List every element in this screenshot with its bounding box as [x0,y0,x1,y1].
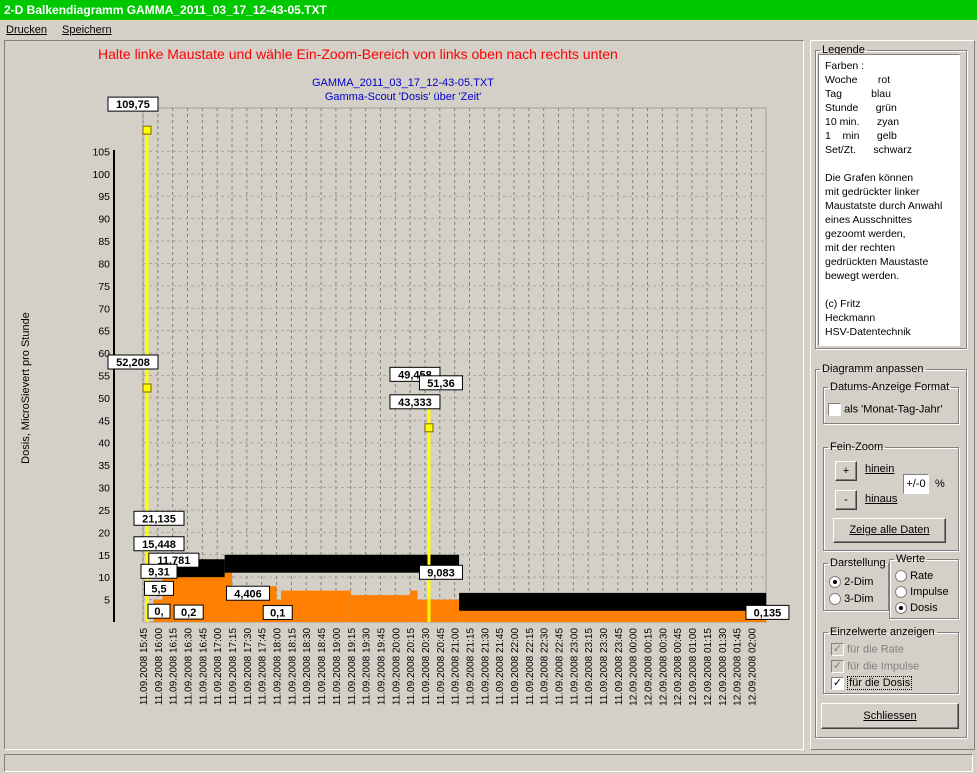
right-panel: Legende Farben : Woche rot Tag blau Stun… [810,40,975,750]
einzel-rate-row: ✓ für die Rate [831,643,904,656]
dim2-label: 2-Dim [844,576,874,588]
einzel-rate-checkbox: ✓ [831,643,844,656]
dim3-radio[interactable] [829,593,841,606]
zoom-out-label: hinaus [865,493,898,505]
darstellung-title: Darstellung [830,557,886,569]
zoom-in-button[interactable]: + [835,461,857,481]
impulse-radio[interactable] [895,586,907,599]
datum-title: Datums-Anzeige Format [830,381,950,393]
einzel-rate-label: für die Rate [847,643,904,656]
dim2-option[interactable]: 2-Dim [829,576,874,589]
impulse-option[interactable]: Impulse [895,586,949,599]
einzel-dosis-checkbox[interactable]: ✓ [831,677,844,690]
datum-row[interactable]: als 'Monat-Tag-Jahr' [828,403,942,416]
menu-bar: Drucken Speichern [0,20,977,40]
status-bar [4,754,973,772]
rate-radio[interactable] [895,570,907,583]
chart-panel [4,40,804,750]
einzel-dosis-row[interactable]: ✓ für die Dosis [831,676,913,691]
menu-drucken[interactable]: Drucken [0,20,53,40]
einzel-impulse-label: für die Impulse [847,660,920,673]
datum-checkbox[interactable] [828,403,841,416]
dosis-radio[interactable] [895,602,907,615]
close-label: Schliessen [863,710,917,722]
werte-title: Werte [896,553,926,565]
close-button[interactable]: Schliessen [821,703,959,729]
einzel-impulse-checkbox: ✓ [831,660,844,673]
einzel-dosis-label: für die Dosis [847,676,913,691]
dosis-option[interactable]: Dosis [895,602,938,615]
window-title: 2-D Balkendiagramm GAMMA_2011_03_17_12-4… [0,0,977,20]
zoom-percent: % [935,478,945,490]
zoom-value-field[interactable]: +/-0 [903,474,929,494]
dim3-label: 3-Dim [844,593,874,605]
show-all-label: Zeige alle Daten [849,524,930,536]
dim2-radio[interactable] [829,576,841,589]
rate-label: Rate [910,570,934,582]
anpassen-title: Diagramm anpassen [822,363,924,375]
impulse-label: Impulse [910,586,949,598]
dosis-label: Dosis [910,602,938,614]
legende-text: Farben : Woche rot Tag blau Stunde grün … [818,54,960,346]
rate-option[interactable]: Rate [895,570,934,583]
einzel-impulse-row: ✓ für die Impulse [831,660,919,673]
datum-label: als 'Monat-Tag-Jahr' [844,403,943,416]
zoom-in-label: hinein [865,463,895,475]
menu-speichern[interactable]: Speichern [56,20,118,40]
zoom-hint: Halte linke Maustate und wähle Ein-Zoom-… [98,46,618,62]
einzel-title: Einzelwerte anzeigen [830,626,935,638]
show-all-button[interactable]: Zeige alle Daten [833,518,946,543]
dim3-option[interactable]: 3-Dim [829,593,874,606]
zoom-out-button[interactable]: - [835,490,857,510]
zoom-title: Fein-Zoom [830,441,884,453]
